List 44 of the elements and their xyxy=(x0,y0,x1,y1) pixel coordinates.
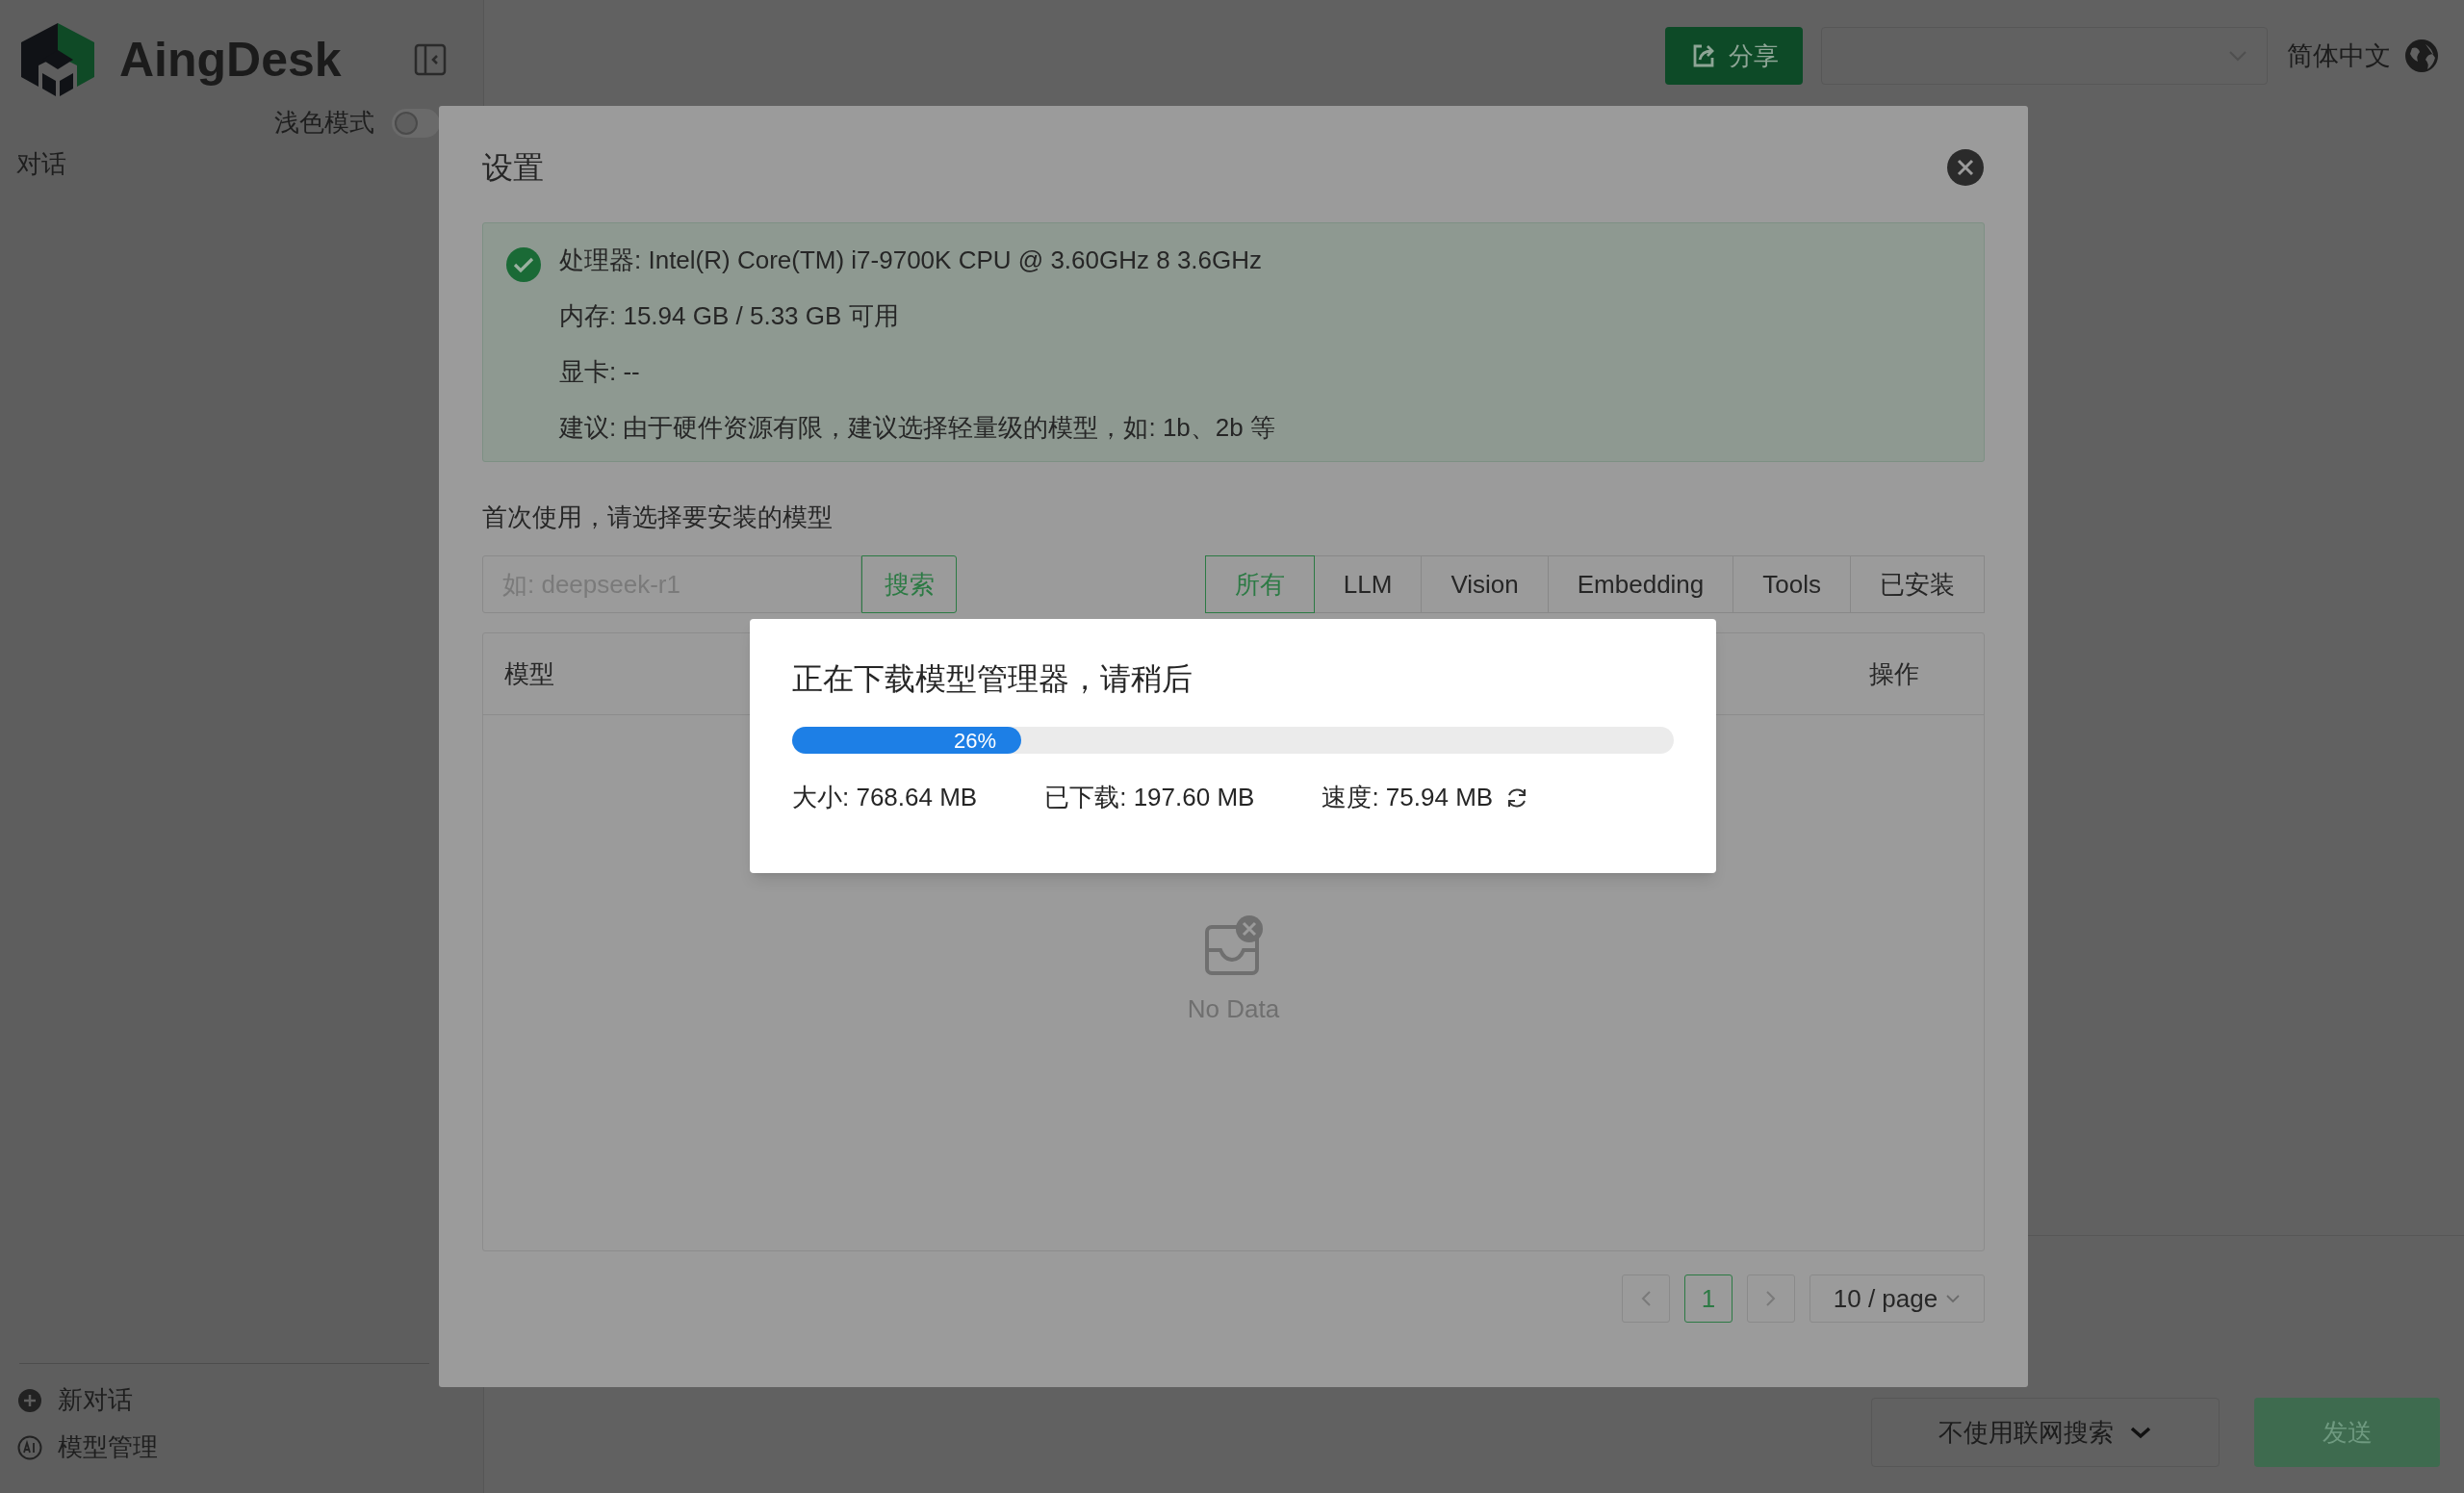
theme-toggle[interactable] xyxy=(392,108,440,138)
web-search-mode-button[interactable]: 不使用联网搜索 xyxy=(1871,1398,2220,1467)
empty-inbox-icon xyxy=(1202,915,1265,977)
plus-circle-icon xyxy=(17,1387,42,1413)
dialog-title: 正在下载模型管理器，请稍后 xyxy=(792,660,1194,698)
hardware-info-line: 处理器: Intel(R) Core(TM) i7-9700K CPU @ 3.60GHz 8 3.6GHz xyxy=(559,245,1264,276)
search-button[interactable]: 搜索 xyxy=(861,555,957,613)
sidebar-action[interactable]: 新对话 xyxy=(17,1381,483,1419)
dialog-title: 设置 xyxy=(482,149,544,187)
sidebar-action[interactable]: 模型管理 xyxy=(17,1429,483,1466)
filter-tab[interactable]: Tools xyxy=(1732,555,1851,613)
language-label[interactable]: 简体中文 xyxy=(2287,36,2391,76)
filter-tab[interactable]: LLM xyxy=(1313,555,1423,613)
hardware-info-line: 显卡: -- xyxy=(559,356,641,388)
page-button[interactable]: 1 xyxy=(1684,1274,1732,1323)
share-button[interactable]: 分享 xyxy=(1665,27,1803,85)
section-title: 对话 xyxy=(15,148,67,180)
hardware-info-line: 内存: 15.94 GB / 5.33 GB 可用 xyxy=(559,300,900,332)
check-circle-icon xyxy=(505,246,542,283)
download-stat: 已下载: 197.60 MB xyxy=(1044,782,1255,813)
globe-icon[interactable] xyxy=(2404,39,2439,73)
filter-tab[interactable]: 已安装 xyxy=(1850,555,1985,613)
app-name: AingDesk xyxy=(119,36,342,84)
sidebar-collapse-icon[interactable] xyxy=(414,43,447,76)
filter-tab[interactable]: Embedding xyxy=(1547,555,1734,613)
progress-fill: 26% xyxy=(792,727,1022,754)
theme-toggle-label: 浅色模式 xyxy=(274,107,374,139)
chevron-down-icon xyxy=(2129,1426,2152,1439)
column-header: 操作 xyxy=(1869,657,1919,690)
chevron-right-icon xyxy=(1765,1290,1777,1307)
column-header: 模型 xyxy=(504,657,554,690)
filter-tab[interactable]: 所有 xyxy=(1204,555,1315,613)
download-stat: 速度: 75.94 MB xyxy=(1322,782,1494,813)
ai-circle-icon xyxy=(17,1434,42,1460)
page-size-select[interactable]: 10 / page xyxy=(1810,1274,1985,1323)
first-use-hint: 首次使用，请选择要安装的模型 xyxy=(482,502,834,533)
close-icon[interactable] xyxy=(1946,148,1985,187)
chevron-down-icon xyxy=(1945,1294,1962,1303)
download-stat: 大小: 768.64 MB xyxy=(792,782,978,813)
hardware-info-line: 建议: 由于硬件资源有限，建议选择轻量级的模型，如: 1b、2b 等 xyxy=(559,412,1275,444)
filter-tab[interactable]: Vision xyxy=(1421,555,1549,613)
chevron-left-icon xyxy=(1640,1290,1652,1307)
next-page-button[interactable] xyxy=(1747,1274,1795,1323)
previous-page-button[interactable] xyxy=(1622,1274,1670,1323)
